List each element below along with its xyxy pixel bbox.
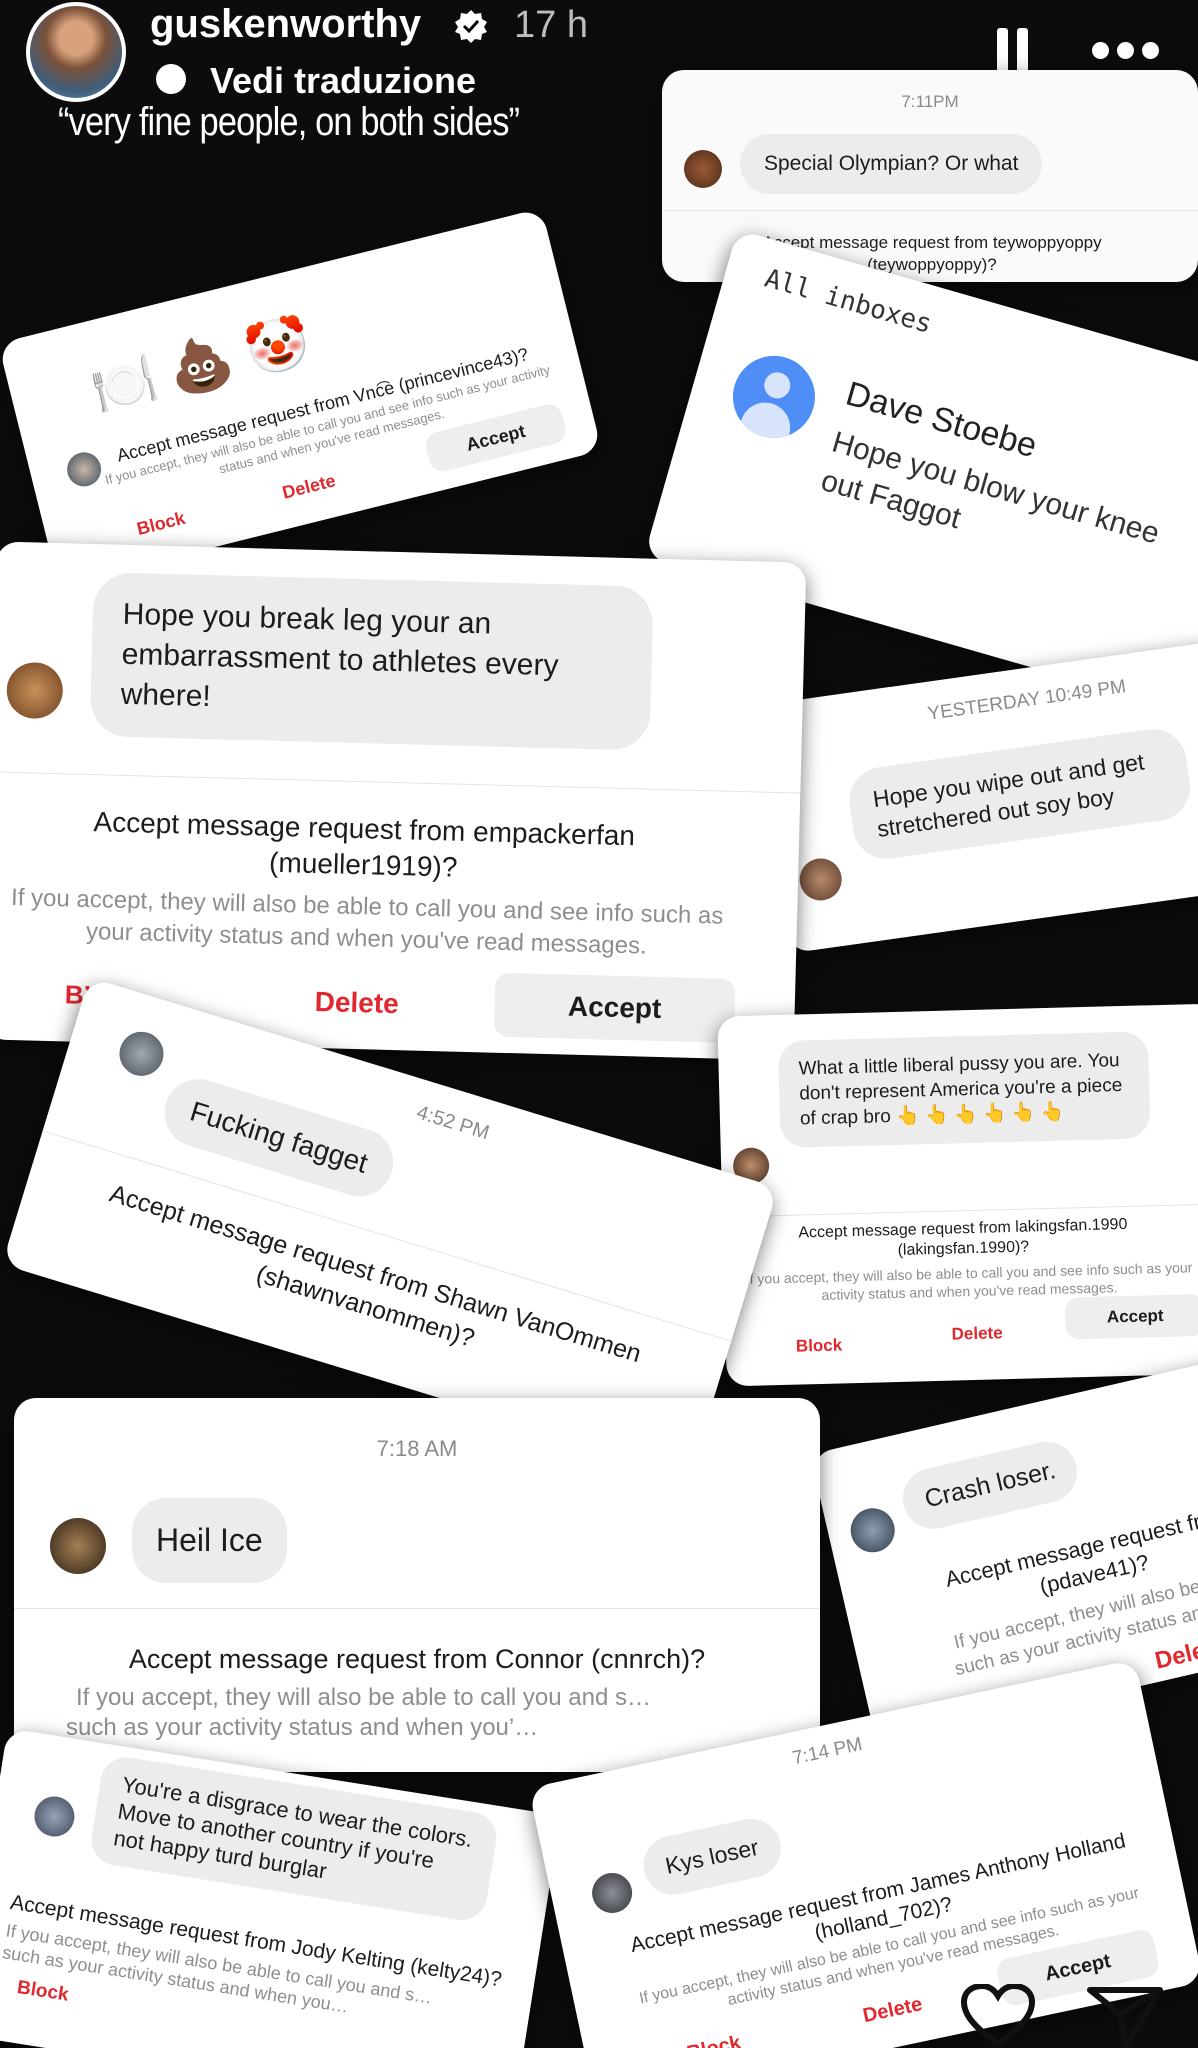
message-bubble: Hope you wipe out and get stretchered ou… <box>844 724 1195 864</box>
delete-button[interactable]: Delete <box>1152 1632 1198 1675</box>
sender-avatar[interactable] <box>684 150 722 188</box>
sender-avatar[interactable] <box>796 855 845 904</box>
avatar[interactable] <box>26 2 126 102</box>
message-bubble: Special Olympian? Or what <box>740 134 1043 194</box>
message-time: 7:11PM <box>901 92 959 111</box>
message-bubble: Hope you break leg your an embarrassment… <box>89 572 654 751</box>
sender-avatar[interactable] <box>6 661 64 720</box>
translate-link[interactable]: Vedi traduzione <box>210 60 476 102</box>
more-icon[interactable] <box>1092 42 1162 60</box>
username[interactable]: guskenworthy <box>150 2 421 47</box>
dm-card-connor: 7:18 AM Heil Ice Accept message request … <box>14 1398 820 1772</box>
pause-icon[interactable] <box>995 28 1031 74</box>
dm-card-lakings: What a little liberal pussy you are. You… <box>717 1003 1198 1387</box>
block-button[interactable]: Block <box>796 1335 843 1356</box>
delete-button[interactable]: Delete <box>951 1323 1003 1344</box>
request-text: Accept message request from Connor (cnnr… <box>128 1644 706 1674</box>
accept-button[interactable]: Accept <box>493 972 736 1043</box>
translate-icon <box>156 64 186 94</box>
sender-avatar[interactable] <box>114 1026 169 1082</box>
dm-card-mueller: Hope you break leg your an embarrassment… <box>0 541 807 1061</box>
request-text-line2: (shawnvanommen)? <box>253 1259 478 1353</box>
sender-avatar[interactable] <box>31 1793 78 1840</box>
sender-avatar[interactable] <box>846 1503 900 1557</box>
delete-button[interactable]: Delete <box>280 470 338 503</box>
message-time: 7:18 AM <box>376 1436 458 1461</box>
dm-card-soyboy: YESTERDAY 10:49 PM Hope you wipe out and… <box>754 640 1198 954</box>
delete-button[interactable]: Delete <box>861 1993 925 2028</box>
time-ago: 17 h <box>514 4 588 46</box>
block-button[interactable]: Block <box>685 2032 743 2048</box>
verified-badge-icon <box>453 8 489 44</box>
message-bubble: Crash loser. <box>896 1435 1084 1535</box>
message-bubble: What a little liberal pussy you are. You… <box>777 1031 1151 1148</box>
caption: “very fine people, on both sides” <box>58 100 520 144</box>
request-info-line2: such as your activity status and when yo… <box>66 1714 539 1741</box>
request-info-line1: If you accept, they will also be able to… <box>76 1684 651 1711</box>
message-time: YESTERDAY 10:49 PM <box>926 676 1128 725</box>
delete-button[interactable]: Delete <box>314 986 399 1020</box>
heart-icon[interactable] <box>956 1982 1040 2048</box>
message-bubble: You're a disgrace to wear the colors. Mo… <box>87 1753 500 1924</box>
share-icon[interactable] <box>1086 1984 1166 2048</box>
sender-avatar[interactable] <box>50 1518 106 1574</box>
block-button[interactable]: Block <box>135 508 188 540</box>
block-button[interactable]: Block <box>15 1977 70 2007</box>
dm-card-kelty: You're a disgrace to wear the colors. Mo… <box>0 1728 561 2048</box>
request-info: If you accept, they will also be able to… <box>10 883 724 960</box>
message-bubble: Kys loser <box>638 1813 787 1901</box>
message-bubble: Heil Ice <box>132 1498 287 1583</box>
profile-placeholder-icon[interactable] <box>723 346 825 448</box>
sender-avatar[interactable] <box>588 1869 636 1917</box>
dm-card-vince: 🍽️ 💩 🤡 Accept message request from Vnc͡e… <box>0 207 602 587</box>
sender-avatar[interactable] <box>63 448 105 490</box>
accept-button[interactable]: Accept <box>1064 1293 1198 1340</box>
